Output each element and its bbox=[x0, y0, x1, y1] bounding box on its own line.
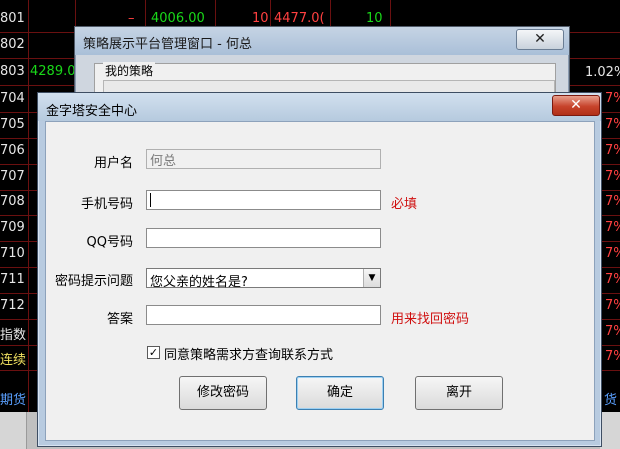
group-label: 我的策略 bbox=[103, 62, 156, 79]
security-center-dialog: 金字塔安全中心 ✕ 用户名 手机号码 必填 QQ号码 密码提示问题 您父亲的姓名… bbox=[37, 92, 602, 447]
ok-button[interactable]: 确定 bbox=[296, 376, 384, 410]
leave-button[interactable]: 离开 bbox=[415, 376, 503, 410]
title-bar: 策略展示平台管理窗口 - 何总 ✕ bbox=[75, 27, 569, 55]
question-selected: 您父亲的姓名是? bbox=[150, 275, 248, 290]
agree-label[interactable]: 同意策略需求方查询联系方式 bbox=[164, 344, 333, 363]
contract-code: 802 bbox=[0, 37, 25, 52]
dialog-title: 金字塔安全中心 bbox=[46, 104, 138, 119]
change-percent: 1.02% bbox=[585, 65, 620, 80]
qq-field[interactable] bbox=[146, 228, 381, 248]
title-bar: 金字塔安全中心 ✕ bbox=[38, 93, 601, 121]
futures-tab[interactable]: 期货 bbox=[0, 389, 26, 408]
answer-label: 答案 bbox=[106, 312, 133, 327]
answer-hint: 用来找回密码 bbox=[391, 312, 470, 327]
chevron-down-icon[interactable]: ▼ bbox=[363, 269, 380, 287]
username-label: 用户名 bbox=[93, 156, 133, 171]
text-caret bbox=[150, 193, 151, 207]
phone-required-note: 必填 bbox=[391, 197, 418, 212]
contract-code: 803 bbox=[0, 64, 25, 79]
close-icon: ✕ bbox=[534, 31, 546, 47]
phone-label: 手机号码 bbox=[80, 197, 133, 212]
agree-checkbox[interactable]: ✓ bbox=[147, 346, 160, 359]
username-field bbox=[146, 149, 381, 169]
close-icon: ✕ bbox=[570, 97, 582, 113]
futures-tab-right[interactable]: 货 bbox=[604, 389, 617, 408]
question-select[interactable]: 您父亲的姓名是? ▼ bbox=[146, 268, 381, 290]
phone-field[interactable] bbox=[146, 190, 381, 210]
window-title: 策略展示平台管理窗口 - 何总 bbox=[83, 37, 252, 52]
change-password-button[interactable]: 修改密码 bbox=[179, 376, 267, 410]
qq-label: QQ号码 bbox=[86, 235, 133, 250]
close-button[interactable]: ✕ bbox=[552, 95, 600, 116]
close-button[interactable]: ✕ bbox=[516, 29, 564, 50]
dialog-body: 用户名 手机号码 必填 QQ号码 密码提示问题 您父亲的姓名是? ▼ 答案 用来… bbox=[45, 121, 595, 441]
question-label: 密码提示问题 bbox=[54, 274, 133, 289]
contract-code: 801 bbox=[0, 11, 25, 26]
answer-field[interactable] bbox=[146, 305, 381, 325]
